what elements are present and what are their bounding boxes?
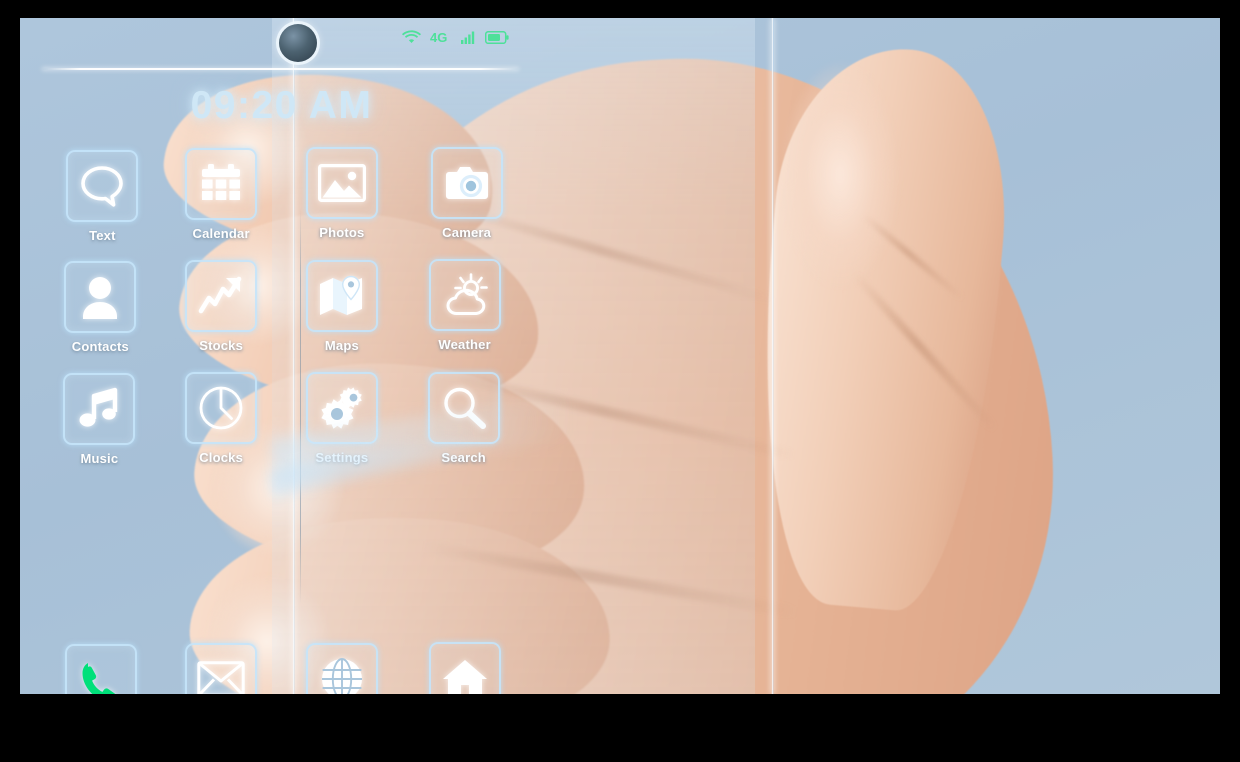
music-note-icon (79, 387, 118, 427)
dock-tile[interactable] (305, 643, 378, 694)
front-camera-icon (279, 24, 317, 62)
app-maps[interactable]: Maps (282, 260, 403, 353)
network-4g-icon: 4G (430, 30, 447, 44)
app-label: Settings (315, 450, 369, 465)
wifi-icon (402, 30, 421, 43)
app-photos[interactable]: Photos (282, 147, 403, 240)
dock-item-browser[interactable] (282, 643, 403, 694)
app-label: Contacts (71, 339, 129, 354)
app-tile[interactable] (305, 147, 378, 219)
photo-icon (317, 164, 366, 202)
app-settings[interactable]: Settings (282, 372, 403, 465)
app-label: Stocks (199, 338, 244, 353)
app-weather[interactable]: Weather (404, 259, 525, 352)
glass-edge-right (771, 18, 774, 694)
signal-bars-icon (461, 31, 475, 44)
app-calendar[interactable]: Calendar (161, 148, 282, 241)
app-contacts[interactable]: Contacts (40, 261, 161, 354)
photo-canvas: 4G 09:20 AM Text Calendar Photos Camera … (20, 18, 1220, 694)
app-label: Weather (438, 337, 491, 352)
status-icon-group: 4G (402, 30, 509, 44)
app-stocks[interactable]: Stocks (161, 260, 282, 353)
calendar-icon (202, 164, 241, 200)
dock-item-phone[interactable] (40, 643, 161, 694)
status-divider-line (42, 68, 519, 70)
globe-icon (321, 658, 362, 694)
app-tile[interactable] (63, 373, 136, 445)
battery-icon (485, 30, 509, 44)
app-tile[interactable] (305, 260, 378, 332)
chart-up-icon (198, 276, 242, 314)
dock-item-home[interactable] (402, 642, 523, 694)
dock-tile[interactable] (185, 643, 258, 694)
magnifier-icon (443, 387, 486, 429)
speech-bubble-icon (81, 166, 124, 207)
app-tile[interactable] (305, 372, 378, 444)
gears-icon (321, 387, 362, 429)
app-tile[interactable] (185, 148, 258, 220)
app-tile[interactable] (430, 147, 503, 219)
screenshot-frame: 4G 09:20 AM Text Calendar Photos Camera … (0, 0, 1240, 762)
dock-tile[interactable] (65, 644, 138, 694)
envelope-icon (197, 661, 245, 694)
camera-icon (445, 167, 488, 199)
house-icon (442, 660, 487, 694)
thumb-highlight (780, 60, 900, 290)
app-clocks[interactable]: Clocks (161, 372, 282, 465)
app-label: Maps (324, 338, 359, 353)
app-tile[interactable] (66, 150, 139, 222)
app-tile[interactable] (185, 372, 258, 444)
app-label: Music (80, 451, 119, 466)
dock-item-mail[interactable] (161, 643, 282, 694)
app-label: Clocks (199, 450, 244, 465)
sun-cloud-icon (446, 273, 488, 315)
app-label: Photos (319, 225, 365, 240)
dock-tile[interactable] (428, 642, 501, 694)
app-label: Camera (442, 225, 492, 240)
app-text[interactable]: Text (42, 150, 163, 243)
app-tile[interactable] (185, 260, 258, 332)
dock-bar (40, 642, 523, 694)
app-label: Text (89, 228, 116, 243)
status-bar: 4G (40, 18, 523, 68)
app-grid: Text Calendar Photos Camera Contacts Sto… (39, 147, 525, 466)
person-icon (83, 277, 118, 319)
app-label: Calendar (192, 226, 250, 241)
phone-handset-icon (82, 663, 116, 694)
map-pin-icon (319, 275, 362, 315)
app-tile[interactable] (428, 259, 501, 331)
clock-icon (199, 386, 243, 430)
app-label: Search (441, 450, 486, 465)
app-tile[interactable] (64, 261, 137, 333)
app-tile[interactable] (427, 372, 500, 444)
svg-text:4G: 4G (430, 30, 447, 44)
clock-display: 09:20 AM (190, 84, 373, 127)
app-search[interactable]: Search (403, 372, 524, 465)
app-camera[interactable]: Camera (406, 147, 527, 240)
app-music[interactable]: Music (39, 373, 160, 466)
